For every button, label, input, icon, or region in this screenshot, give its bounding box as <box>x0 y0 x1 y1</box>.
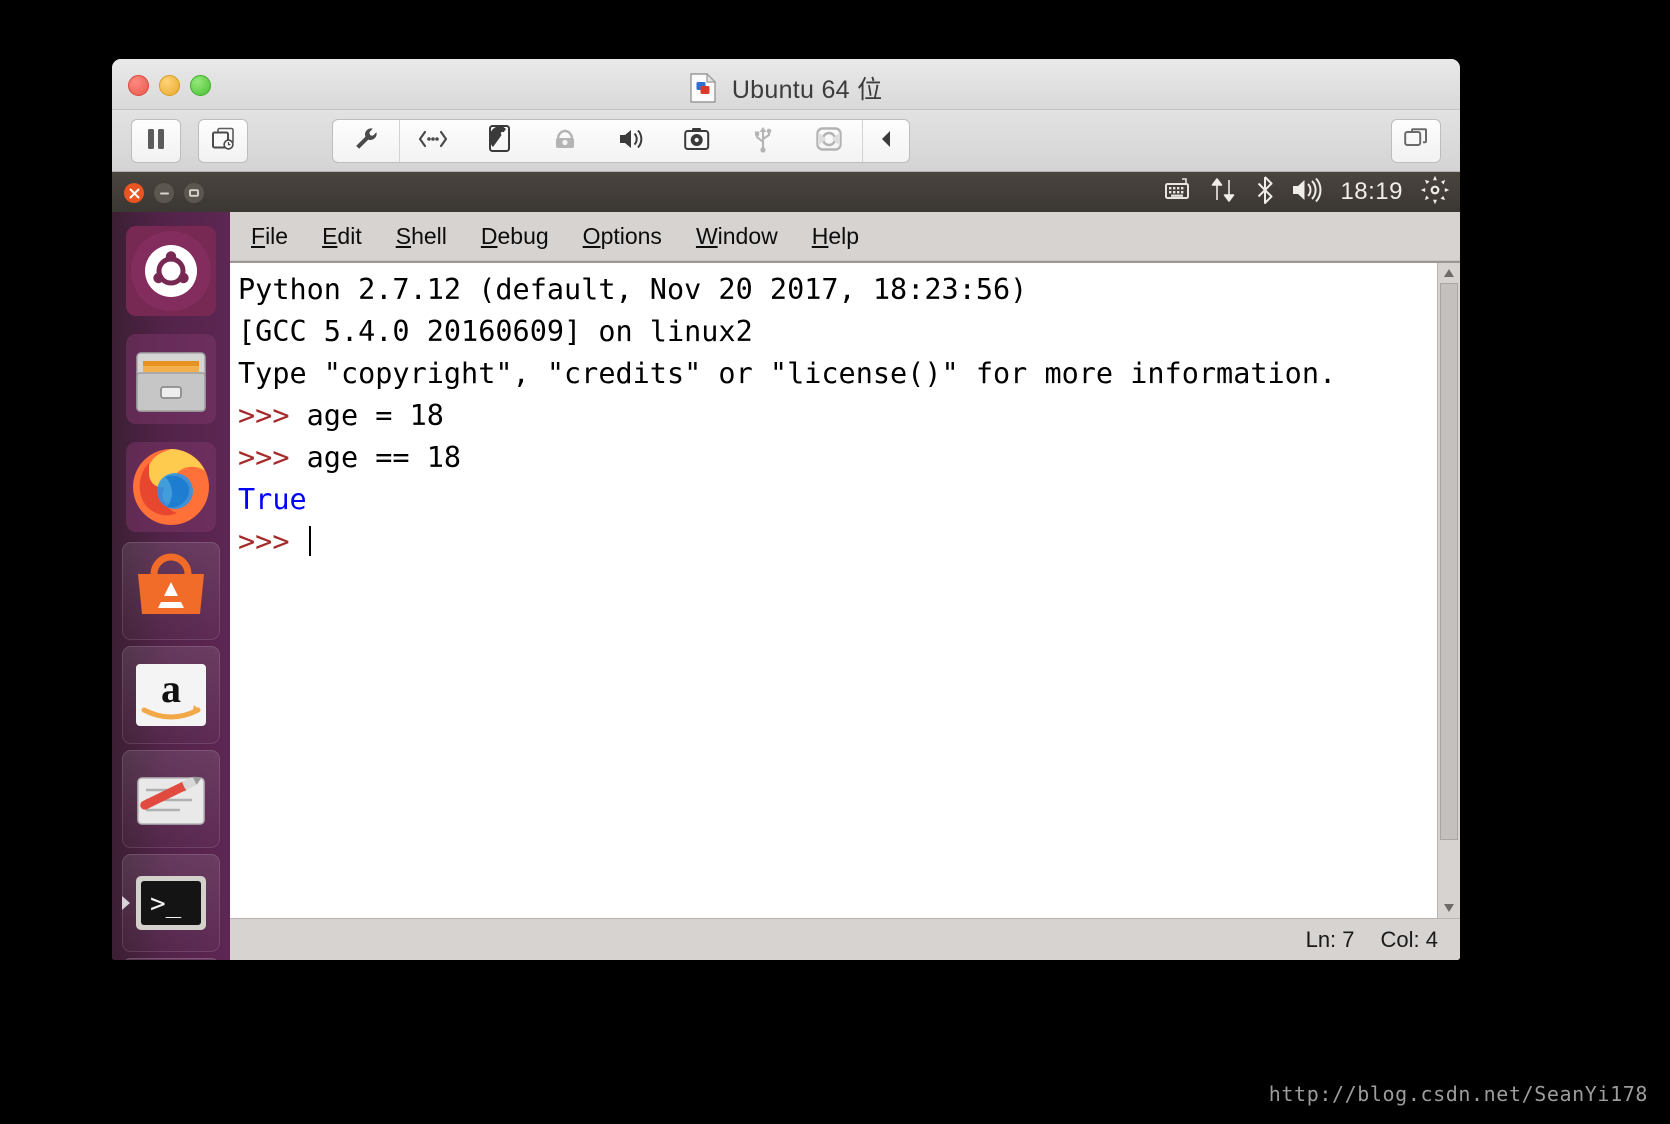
pause-icon <box>146 128 166 155</box>
idle-console-text[interactable]: Python 2.7.12 (default, Nov 20 2017, 18:… <box>230 263 1437 918</box>
guest-window-minimize-button[interactable] <box>154 183 174 203</box>
menu-file[interactable]: File <box>248 221 291 252</box>
printer-icon <box>552 127 578 156</box>
snapshot-icon <box>211 127 235 156</box>
camera-button[interactable] <box>664 120 730 162</box>
vm-toolbar <box>112 110 1460 172</box>
menu-shell[interactable]: Shell <box>393 221 450 252</box>
prompt-2: >>> <box>238 441 307 474</box>
vm-document-icon <box>689 72 717 110</box>
menu-help[interactable]: Help <box>809 221 862 252</box>
launcher-item-text-editor[interactable] <box>122 750 220 848</box>
vm-device-toolbar-group <box>332 119 910 163</box>
guest-window-maximize-button[interactable] <box>184 183 204 203</box>
svg-text:a: a <box>161 666 181 711</box>
launcher-item-ubuntu-dash[interactable] <box>122 222 220 320</box>
hard-disk-icon <box>488 125 510 157</box>
prompt-3: >>> <box>238 525 307 558</box>
idle-shell-window: File Edit Shell Debug Options Window Hel… <box>230 212 1460 960</box>
input-line-2: age == 18 <box>306 441 462 474</box>
scroll-down-arrow[interactable] <box>1438 898 1460 918</box>
vmware-window: Ubuntu 64 位 18:19 a >_ File Edit Shell D… <box>112 59 1460 960</box>
sound-icon <box>617 127 645 156</box>
vm-title-text: Ubuntu 64 位 <box>731 76 883 104</box>
vm-title: Ubuntu 64 位 <box>112 70 1460 110</box>
usb-icon <box>753 125 773 158</box>
scroll-up-arrow[interactable] <box>1438 263 1460 283</box>
gear-session-icon[interactable] <box>1420 175 1450 210</box>
pause-button[interactable] <box>131 119 181 163</box>
launcher-item-python-idle[interactable] <box>122 958 220 960</box>
menu-options[interactable]: Options <box>580 221 665 252</box>
launcher-item-firefox[interactable] <box>122 438 220 536</box>
panel-clock[interactable]: 18:19 <box>1340 178 1403 206</box>
collapse-toolbar-button[interactable] <box>863 120 909 162</box>
launcher-item-files[interactable] <box>122 330 220 428</box>
output-line-1: True <box>238 483 307 516</box>
network-icon <box>418 130 448 153</box>
launcher-item-amazon[interactable]: a <box>122 646 220 744</box>
status-line-number: Ln: 7 <box>1305 927 1355 952</box>
network-updown-indicator-icon[interactable] <box>1209 177 1239 208</box>
volume-indicator-icon[interactable] <box>1291 177 1323 208</box>
idle-body: Python 2.7.12 (default, Nov 20 2017, 18:… <box>230 261 1460 918</box>
network-button[interactable] <box>400 120 466 162</box>
collapse-left-icon <box>880 130 892 153</box>
banner-line-2: [GCC 5.4.0 20160609] on linux2 <box>238 315 753 348</box>
idle-menubar: File Edit Shell Debug Options Window Hel… <box>230 212 1460 261</box>
fullscreen-button[interactable] <box>1391 119 1441 163</box>
snapshot-button[interactable] <box>198 119 248 163</box>
launcher-item-terminal[interactable]: >_ <box>122 854 220 952</box>
banner-line-1: Python 2.7.12 (default, Nov 20 2017, 18:… <box>238 273 1028 306</box>
launcher-item-ubuntu-software[interactable] <box>122 542 220 640</box>
svg-text:>_: >_ <box>150 889 182 919</box>
printer-button[interactable] <box>532 120 598 162</box>
bluetooth-indicator-icon[interactable] <box>1256 175 1274 209</box>
unity-top-panel: 18:19 <box>112 172 1460 212</box>
keyboard-indicator-icon[interactable] <box>1164 177 1192 208</box>
unity-launcher: a >_ <box>112 212 230 960</box>
menu-window[interactable]: Window <box>693 221 781 252</box>
input-line-1: age = 18 <box>306 399 444 432</box>
idle-status-bar: Ln: 7 Col: 4 <box>230 918 1460 960</box>
sound-button[interactable] <box>598 120 664 162</box>
text-caret <box>308 526 311 556</box>
shared-folders-icon <box>816 126 842 156</box>
hard-disk-button[interactable] <box>466 120 532 162</box>
fullscreen-icon <box>1404 127 1428 155</box>
banner-line-3: Type "copyright", "credits" or "license(… <box>238 357 1337 390</box>
camera-icon <box>684 127 710 156</box>
shared-folders-button[interactable] <box>796 120 862 162</box>
running-indicator-left <box>122 896 130 910</box>
guest-window-close-button[interactable] <box>124 183 144 203</box>
prompt-1: >>> <box>238 399 307 432</box>
console-scrollbar[interactable] <box>1437 263 1460 918</box>
watermark-text: http://blog.csdn.net/SeanYi178 <box>1268 1082 1648 1106</box>
usb-button[interactable] <box>730 120 796 162</box>
settings-wrench-icon <box>353 126 379 157</box>
scrollbar-thumb[interactable] <box>1440 283 1458 840</box>
status-column-number: Col: 4 <box>1380 927 1438 952</box>
menu-edit[interactable]: Edit <box>319 221 365 252</box>
settings-button[interactable] <box>333 120 399 162</box>
guest-screen: 18:19 a >_ File Edit Shell Debug Options… <box>112 172 1460 960</box>
vm-title-bar: Ubuntu 64 位 <box>112 59 1460 110</box>
menu-debug[interactable]: Debug <box>478 221 552 252</box>
panel-indicators: 18:19 <box>1164 172 1450 212</box>
